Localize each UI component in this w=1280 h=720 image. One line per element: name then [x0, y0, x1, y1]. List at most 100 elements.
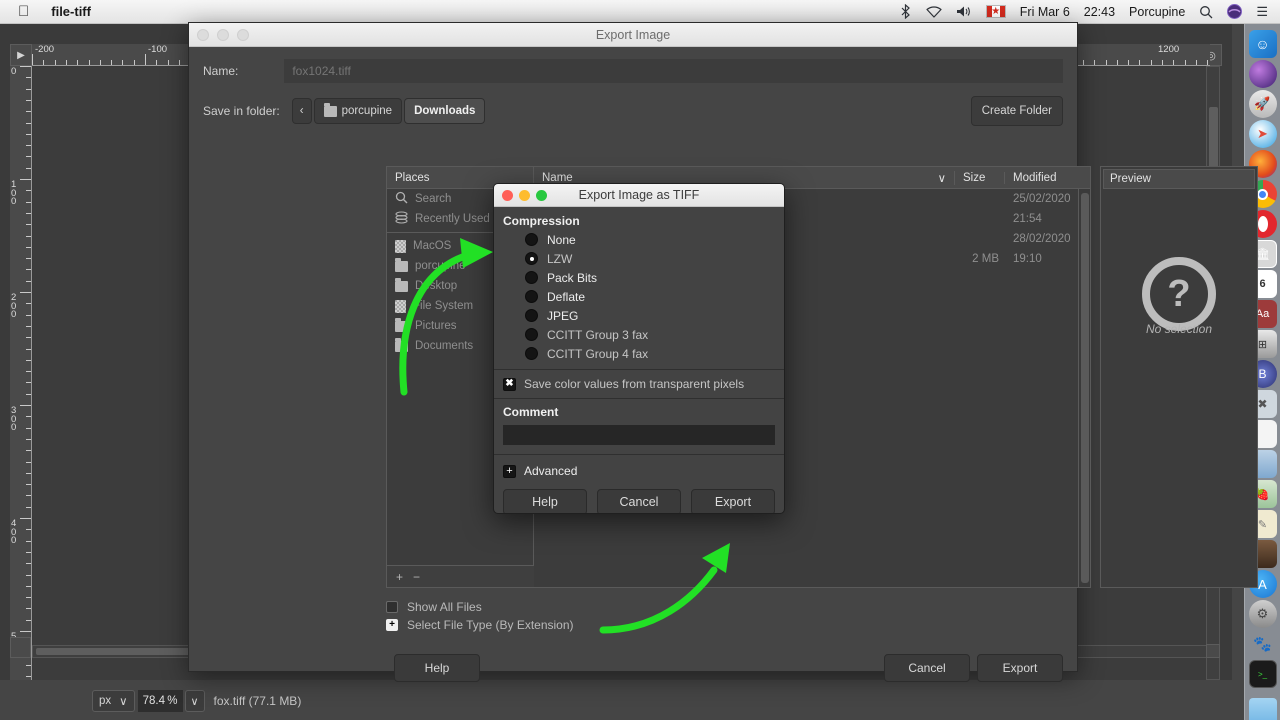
ruler-tick [167, 60, 169, 65]
column-header-size[interactable]: Size [955, 171, 1005, 184]
ruler-tick [26, 563, 31, 565]
ruler-tick [1195, 60, 1197, 65]
radio-icon[interactable] [525, 309, 538, 322]
radio-icon[interactable] [525, 233, 538, 246]
ruler-label: 100 [11, 179, 17, 207]
filename-input[interactable] [284, 59, 1063, 83]
ruler-label: -100 [148, 44, 168, 55]
ruler-tick [26, 540, 31, 542]
file-list-scrollbar[interactable] [1078, 189, 1090, 587]
ruler-tick [26, 348, 31, 350]
places-item-label: MacOS [413, 240, 452, 252]
control-center-icon[interactable]: ☰ [1256, 4, 1268, 20]
ruler-label: 300 [11, 405, 17, 433]
save-color-values-row[interactable]: ✖ Save color values from transparent pix… [494, 370, 784, 399]
radio-icon[interactable] [525, 271, 538, 284]
ruler-tick [133, 60, 135, 65]
scroll-thumb[interactable] [1081, 193, 1089, 583]
show-all-files-row[interactable]: Show All Files [386, 600, 574, 614]
compression-option-jpeg[interactable]: JPEG [503, 306, 784, 325]
ruler-tick [1116, 60, 1118, 65]
chevron-down-icon: ∨ [119, 696, 128, 708]
radio-icon[interactable] [525, 347, 538, 360]
folder-icon [395, 317, 408, 332]
zoom-level-field[interactable]: 78.4 % [137, 690, 183, 712]
help-button[interactable]: Help [394, 654, 480, 682]
select-file-type-row[interactable]: + Select File Type (By Extension) [386, 618, 574, 632]
settings-icon[interactable]: ⚙ [1248, 600, 1277, 628]
ruler-tick [26, 99, 31, 101]
bluetooth-icon[interactable] [899, 4, 912, 19]
select-file-type-expander[interactable]: + [386, 619, 398, 631]
path-button-downloads[interactable]: Downloads [404, 98, 486, 124]
ruler-tick [26, 88, 31, 90]
tiff-cancel-label: Cancel [619, 495, 659, 509]
checkbox-checked-icon[interactable]: ✖ [503, 377, 516, 391]
tiff-export-button[interactable]: Export [691, 489, 775, 513]
finder-icon[interactable]: ☺ [1248, 30, 1277, 58]
search-icon[interactable] [1199, 5, 1213, 19]
filename-row: Name: [189, 47, 1077, 83]
menubar-user[interactable]: Porcupine [1129, 5, 1185, 19]
navigation-preview-button[interactable] [1206, 644, 1220, 658]
terminal-icon[interactable]: >_ [1248, 660, 1277, 688]
compression-option-label: Pack Bits [547, 270, 598, 285]
compression-option-pack-bits[interactable]: Pack Bits [503, 268, 784, 287]
zoom-dropdown-button[interactable]: ∨ [184, 690, 205, 712]
apple-menu-icon[interactable]:  [18, 4, 29, 19]
macos-menu-bar:  file-tiff ★ Fri Mar 6 22:43 Porcupine … [0, 0, 1280, 24]
save-color-values-label: Save color values from transparent pixel… [524, 377, 745, 391]
gimp-icon[interactable]: 🐾 [1249, 630, 1277, 658]
path-button-porcupine[interactable]: porcupine [313, 98, 403, 124]
volume-icon[interactable] [956, 5, 972, 18]
compression-option-deflate[interactable]: Deflate [503, 287, 784, 306]
quick-mask-button[interactable] [10, 637, 31, 658]
column-header-modified[interactable]: Modified [1005, 172, 1090, 184]
ruler-tick [26, 201, 31, 203]
tiff-dialog-titlebar[interactable]: Export Image as TIFF [494, 184, 784, 207]
compression-option-ccitt-group-4-fax[interactable]: CCITT Group 4 fax [503, 344, 784, 363]
wifi-icon[interactable] [926, 5, 942, 18]
ruler-tick [26, 371, 31, 373]
compression-option-ccitt-group-3-fax[interactable]: CCITT Group 3 fax [503, 325, 784, 344]
ruler-tick [26, 495, 31, 497]
launchpad-icon[interactable]: 🚀 [1248, 90, 1277, 118]
folder-icon[interactable] [1248, 698, 1277, 720]
safari-icon[interactable]: ➤ [1248, 120, 1277, 148]
export-button[interactable]: Export [977, 654, 1063, 682]
ruler-origin-button[interactable]: ▶ [10, 44, 32, 66]
compression-option-lzw[interactable]: LZW [503, 249, 784, 268]
path-back-button[interactable]: ‹ [291, 98, 312, 124]
show-all-files-checkbox[interactable] [386, 601, 398, 613]
ruler-tick [26, 676, 31, 678]
radio-icon[interactable] [525, 328, 538, 341]
siri-icon[interactable] [1248, 60, 1277, 88]
tiff-help-button[interactable]: Help [503, 489, 587, 513]
add-place-button[interactable]: + [396, 570, 403, 584]
radio-icon-selected[interactable] [525, 252, 538, 265]
compression-option-label: LZW [547, 251, 573, 266]
ruler-tick [26, 574, 31, 576]
create-folder-button[interactable]: Create Folder [970, 96, 1063, 126]
siri-icon[interactable] [1227, 4, 1243, 19]
expander-plus-icon[interactable]: + [503, 464, 516, 478]
ruler-tick [26, 145, 31, 147]
comment-input[interactable] [503, 425, 775, 445]
select-file-type-label: Select File Type (By Extension) [407, 618, 574, 632]
ruler-tick [20, 66, 31, 67]
tiff-cancel-button[interactable]: Cancel [597, 489, 681, 513]
ruler-tick [26, 212, 31, 214]
tiff-dialog-buttons: Help Cancel Export [494, 478, 784, 513]
cancel-button[interactable]: Cancel [884, 654, 970, 682]
comment-section-title: Comment [503, 405, 559, 419]
create-folder-label: Create Folder [981, 105, 1052, 117]
compression-option-none[interactable]: None [503, 230, 784, 249]
export-dialog-titlebar[interactable]: Export Image [189, 23, 1077, 47]
unit-selector[interactable]: px ∨ [92, 690, 135, 712]
radio-icon[interactable] [525, 290, 538, 303]
tiff-dialog-title: Export Image as TIFF [578, 188, 700, 202]
advanced-row[interactable]: + Advanced [494, 455, 784, 478]
canada-flag-icon[interactable]: ★ [985, 5, 1006, 18]
remove-place-button[interactable]: − [413, 570, 420, 584]
vertical-ruler[interactable]: 0100200300400500600700 [10, 66, 32, 680]
